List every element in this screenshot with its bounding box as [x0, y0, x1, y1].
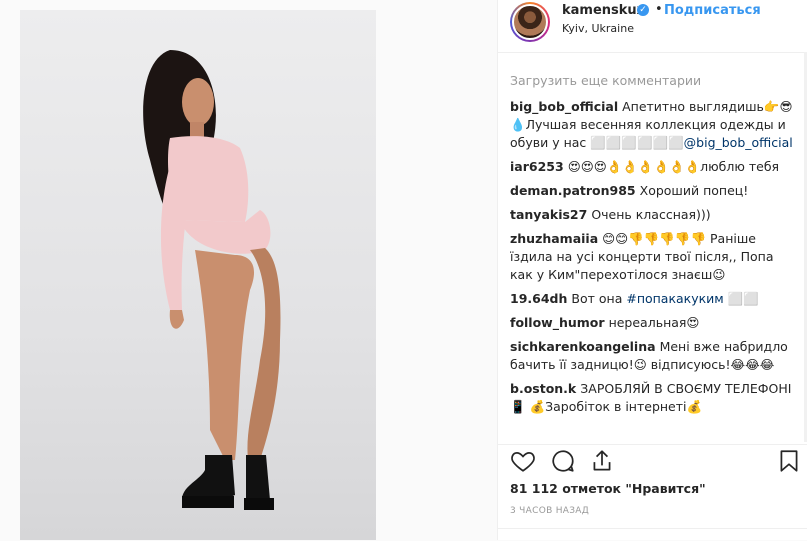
comment-item: sichkarenkoangelina Мені вже набридло бач…: [510, 338, 795, 374]
avatar-image: [512, 4, 548, 40]
add-comment-area[interactable]: [498, 528, 807, 541]
comment-item: zhuzhamaiia 😊😊👎👎👎👎👎 Раніше їздила на усі …: [510, 230, 795, 284]
comment-username[interactable]: iar6253: [510, 159, 564, 174]
share-icon: [593, 450, 611, 471]
comment-item: big_bob_official Апетитно выглядишь👉😎 💧Лу…: [510, 98, 795, 152]
post-detail-panel: kamenskux ✓ • Подписаться Kyiv, Ukraine …: [497, 0, 807, 540]
post-username[interactable]: kamenskux: [562, 3, 645, 18]
comment-item: tanyakis27 Очень классная))): [510, 206, 795, 224]
comment-item: b.oston.k ЗАРОБЛЯЙ В СВОЄМУ ТЕЛЕФОНІ📱 💰За…: [510, 380, 795, 416]
post-photo[interactable]: [20, 10, 376, 540]
comment-username[interactable]: 19.64dh: [510, 291, 567, 306]
comment-username[interactable]: tanyakis27: [510, 207, 587, 222]
comment-text: 😍😍😍👌👌👌👌👌👌люблю тебя: [567, 159, 780, 174]
comment-username[interactable]: zhuzhamaiia: [510, 231, 598, 246]
post-actions-bar: [498, 444, 807, 479]
like-button[interactable]: [510, 448, 538, 476]
save-button[interactable]: [776, 448, 804, 476]
photo-illustration: [143, 50, 281, 510]
share-button[interactable]: [589, 448, 617, 476]
avatar[interactable]: [510, 2, 550, 42]
comment-username[interactable]: big_bob_official: [510, 99, 618, 114]
comment-username[interactable]: sichkarenkoangelina: [510, 339, 656, 354]
post-timestamp[interactable]: 3 ЧАСОВ НАЗАД: [510, 506, 589, 516]
comment-hashtag-link[interactable]: #попакакуким: [626, 291, 723, 306]
comments-list: Загрузить еще комментарии big_bob_offici…: [510, 72, 795, 434]
comment-trailing-text: ⬜⬜: [727, 291, 759, 306]
comment-username[interactable]: follow_humor: [510, 315, 605, 330]
verified-badge-icon: ✓: [637, 4, 649, 16]
comment-text: Очень классная))): [591, 207, 711, 222]
comment-username[interactable]: b.oston.k: [510, 381, 576, 396]
post-location[interactable]: Kyiv, Ukraine: [562, 22, 634, 35]
load-more-comments-button[interactable]: Загрузить еще комментарии: [510, 72, 795, 90]
comment-item: deman.patron985 Хороший попец!: [510, 182, 795, 200]
heart-icon: [511, 452, 535, 472]
comment-item: 19.64dh Вот она #попакакуким ⬜⬜: [510, 290, 795, 308]
comment-item: follow_humor нереальная😍: [510, 314, 795, 332]
comment-bubble-icon: [552, 450, 574, 472]
comment-text: Хороший попец!: [639, 183, 749, 198]
bookmark-icon: [780, 450, 798, 472]
comment-text: Вот она: [571, 291, 623, 306]
post-header: kamenskux ✓ • Подписаться Kyiv, Ukraine: [498, 0, 807, 53]
likes-count[interactable]: 81 112 отметок "Нравится": [510, 481, 706, 496]
comment-text: нереальная😍: [608, 315, 700, 330]
follow-button[interactable]: Подписаться: [664, 3, 761, 18]
comment-username[interactable]: deman.patron985: [510, 183, 636, 198]
comment-button[interactable]: [550, 448, 578, 476]
comment-item: iar6253 😍😍😍👌👌👌👌👌👌люблю тебя: [510, 158, 795, 176]
separator-dot: •: [655, 2, 663, 17]
comment-mention-link[interactable]: @big_bob_official: [684, 135, 793, 150]
